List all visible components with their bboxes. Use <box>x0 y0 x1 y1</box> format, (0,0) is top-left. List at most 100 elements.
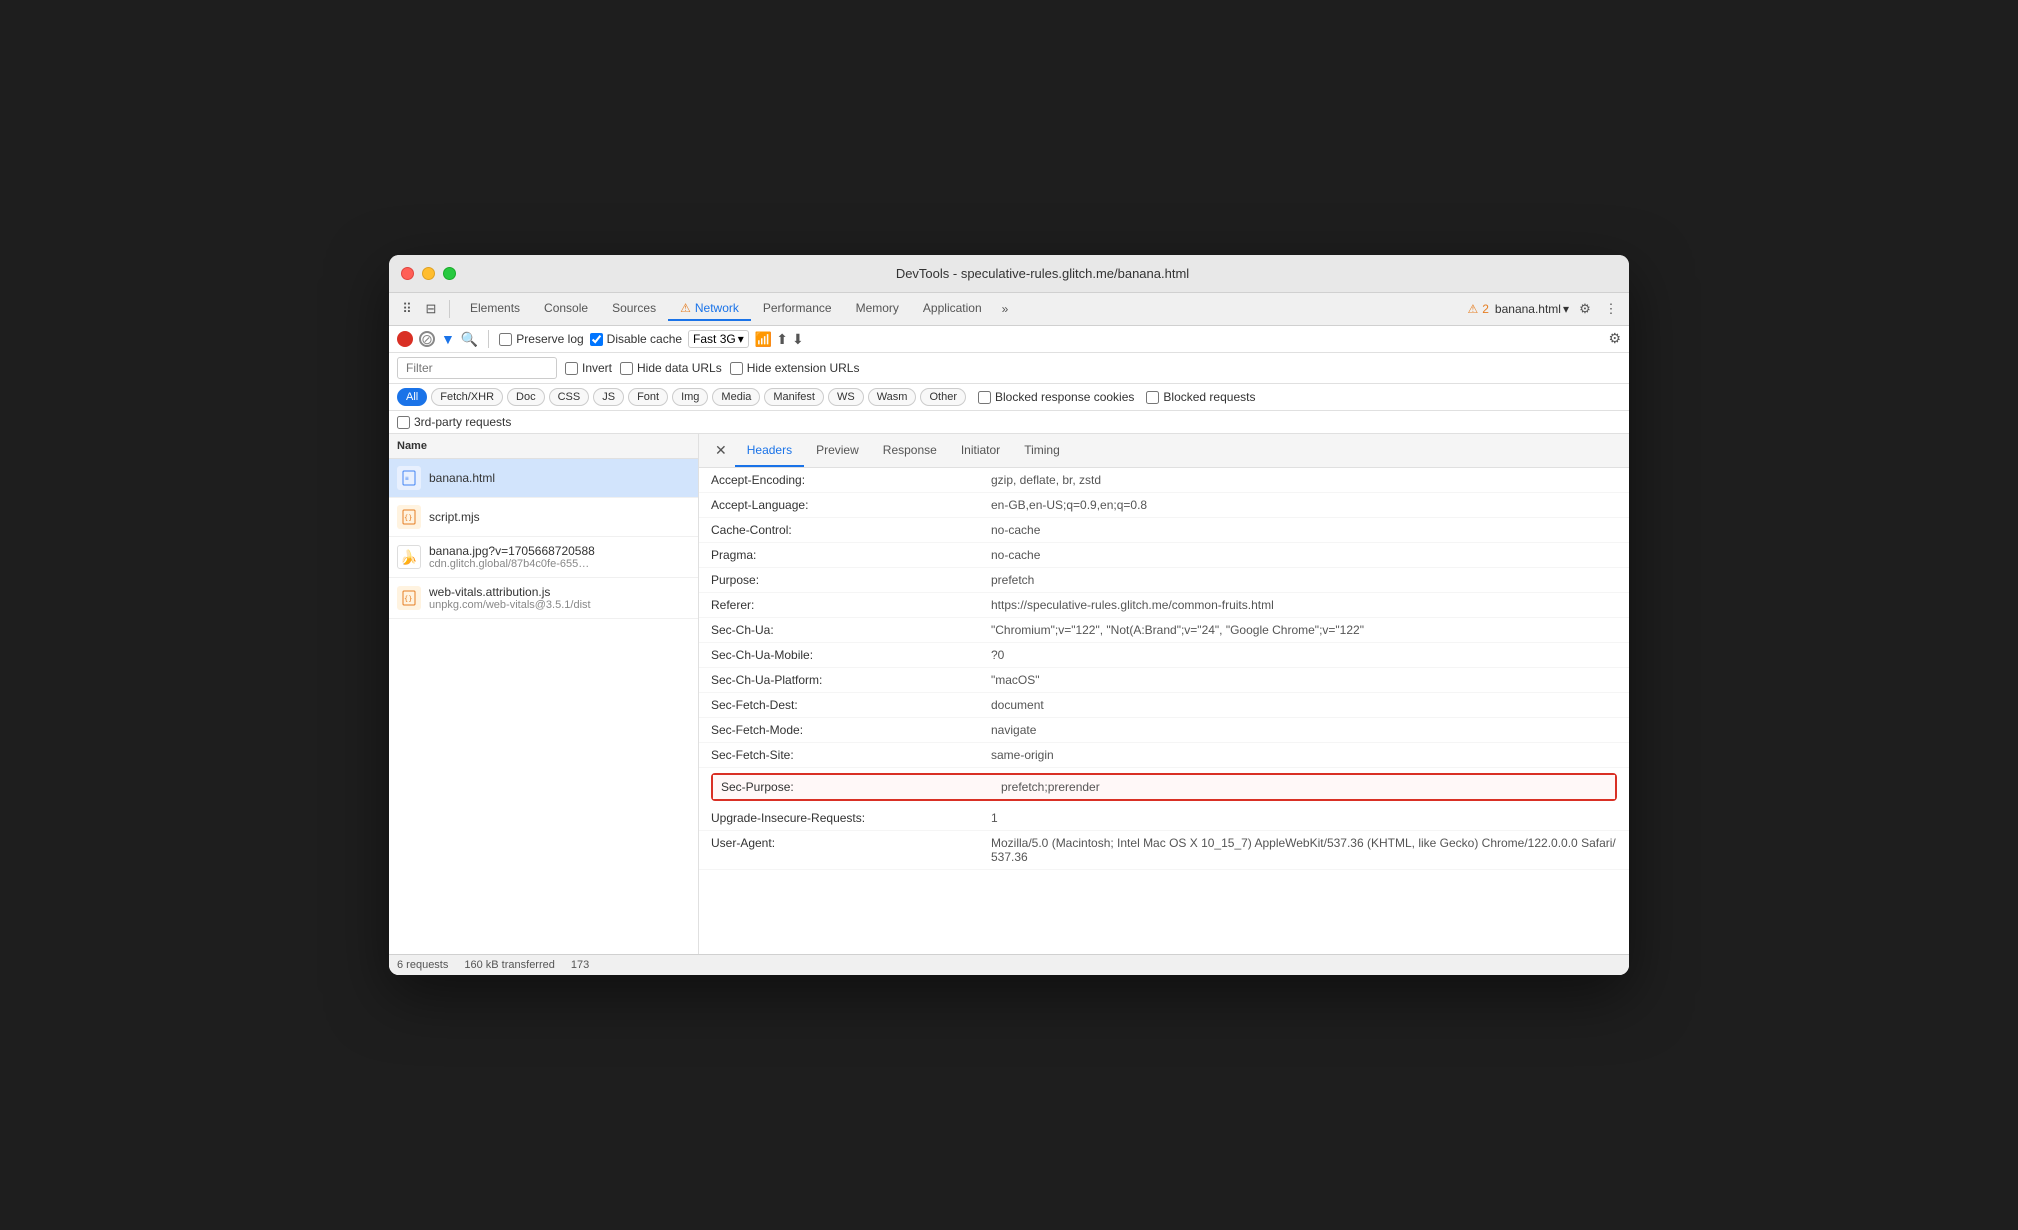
chip-font[interactable]: Font <box>628 388 668 406</box>
settings-icon[interactable]: ⚙ <box>1575 299 1595 319</box>
headers-tabs: ✕ Headers Preview Response Initiator Tim… <box>699 434 1629 468</box>
more-options-icon[interactable]: ⋮ <box>1601 299 1621 319</box>
settings-right[interactable]: ⚙ <box>1608 330 1621 348</box>
invert-checkbox[interactable]: Invert <box>565 361 612 375</box>
tab-elements[interactable]: Elements <box>458 297 532 321</box>
header-tab-timing[interactable]: Timing <box>1012 435 1072 467</box>
preserve-log-input[interactable] <box>499 333 512 346</box>
header-value-13: 1 <box>991 811 1617 825</box>
header-row-3: Pragma: no-cache <box>699 543 1629 568</box>
sec-purpose-highlight: Sec-Purpose: prefetch;prerender <box>711 773 1617 801</box>
header-value-5: https://speculative-rules.glitch.me/comm… <box>991 598 1617 612</box>
clear-button[interactable]: ⊘ <box>419 331 435 347</box>
tab-network[interactable]: ⚠ Network <box>668 297 751 321</box>
minimize-button[interactable] <box>422 267 435 280</box>
wifi-icon[interactable]: 📶 <box>755 331 772 348</box>
gear-icon[interactable]: ⚙ <box>1608 330 1621 346</box>
chip-css[interactable]: CSS <box>549 388 590 406</box>
header-row-14: User-Agent: Mozilla/5.0 (Macintosh; Inte… <box>699 831 1629 870</box>
warning-icon: ⚠ <box>680 301 691 315</box>
header-row-4: Purpose: prefetch <box>699 568 1629 593</box>
file-item-script-mjs[interactable]: {} script.mjs <box>389 498 698 537</box>
record-button[interactable] <box>397 331 413 347</box>
hide-ext-input[interactable] <box>730 362 743 375</box>
tab-sources[interactable]: Sources <box>600 297 668 321</box>
blocked-requests-label: Blocked requests <box>1163 390 1255 404</box>
header-name-14: User-Agent: <box>711 836 991 864</box>
third-party-input[interactable] <box>397 416 410 429</box>
preserve-log-checkbox[interactable]: Preserve log <box>499 332 583 346</box>
hide-ext-checkbox[interactable]: Hide extension URLs <box>730 361 860 375</box>
invert-input[interactable] <box>565 362 578 375</box>
file-item-web-vitals[interactable]: {} web-vitals.attribution.js unpkg.com/w… <box>389 578 698 619</box>
target-label: banana.html <box>1495 302 1561 316</box>
chip-wasm[interactable]: Wasm <box>868 388 917 406</box>
header-row-11: Sec-Fetch-Site: same-origin <box>699 743 1629 768</box>
tab-console[interactable]: Console <box>532 297 600 321</box>
header-tab-preview[interactable]: Preview <box>804 435 871 467</box>
second-toolbar: ⊘ ▼ 🔍 Preserve log Disable cache Fast 3G… <box>389 326 1629 353</box>
file-item-banana-jpg[interactable]: 🍌 banana.jpg?v=1705668720588 cdn.glitch.… <box>389 537 698 578</box>
download-icon[interactable]: ⬇ <box>792 331 804 348</box>
transferred-size: 160 kB transferred <box>464 959 555 971</box>
header-row-2: Cache-Control: no-cache <box>699 518 1629 543</box>
disable-cache-checkbox[interactable]: Disable cache <box>590 332 682 346</box>
more-tabs-button[interactable]: » <box>994 298 1017 320</box>
header-name-4: Purpose: <box>711 573 991 587</box>
separator <box>449 300 450 318</box>
header-tab-initiator[interactable]: Initiator <box>949 435 1012 467</box>
chip-media[interactable]: Media <box>712 388 760 406</box>
blocked-cookies-checkbox[interactable]: Blocked response cookies <box>978 390 1134 404</box>
invert-label: Invert <box>582 361 612 375</box>
requests-count: 6 requests <box>397 959 448 971</box>
chip-all[interactable]: All <box>397 388 427 406</box>
file-item-banana-html[interactable]: ≡ banana.html <box>389 459 698 498</box>
close-button[interactable] <box>401 267 414 280</box>
filter-icon[interactable]: ▼ <box>441 331 455 347</box>
titlebar: DevTools - speculative-rules.glitch.me/b… <box>389 255 1629 293</box>
blocked-requests-input[interactable] <box>1146 391 1159 404</box>
chip-other[interactable]: Other <box>920 388 966 406</box>
chip-manifest[interactable]: Manifest <box>764 388 824 406</box>
header-value-14: Mozilla/5.0 (Macintosh; Intel Mac OS X 1… <box>991 836 1617 864</box>
third-party-row: 3rd-party requests <box>389 411 1629 434</box>
chip-js[interactable]: JS <box>593 388 624 406</box>
header-name-11: Sec-Fetch-Site: <box>711 748 991 762</box>
header-value-12: prefetch;prerender <box>1001 780 1607 794</box>
file-icon-js: {} <box>397 505 421 529</box>
tab-application[interactable]: Application <box>911 297 994 321</box>
upload-icon[interactable]: ⬆ <box>776 331 788 348</box>
header-name-9: Sec-Fetch-Dest: <box>711 698 991 712</box>
filter-input[interactable] <box>397 357 557 379</box>
main-content: Name ≡ banana.html {} <box>389 434 1629 954</box>
hide-data-urls-input[interactable] <box>620 362 633 375</box>
file-sub-2: cdn.glitch.global/87b4c0fe-655… <box>429 558 595 570</box>
header-row-6: Sec-Ch-Ua: "Chromium";v="122", "Not(A:Br… <box>699 618 1629 643</box>
search-icon[interactable]: 🔍 <box>461 331 478 348</box>
throttle-select[interactable]: Fast 3G ▾ <box>688 330 749 348</box>
chip-img[interactable]: Img <box>672 388 708 406</box>
cursor-icon[interactable]: ⠿ <box>397 299 417 319</box>
device-toolbar-icon[interactable]: ⊟ <box>421 299 441 319</box>
network-icons: 📶 ⬆ ⬇ <box>755 331 804 348</box>
tab-memory[interactable]: Memory <box>844 297 911 321</box>
chip-doc[interactable]: Doc <box>507 388 545 406</box>
disable-cache-input[interactable] <box>590 333 603 346</box>
chip-fetchxhr[interactable]: Fetch/XHR <box>431 388 503 406</box>
tab-performance[interactable]: Performance <box>751 297 844 321</box>
close-panel-button[interactable]: ✕ <box>707 434 735 467</box>
third-party-checkbox[interactable]: 3rd-party requests <box>397 415 1621 429</box>
header-value-3: no-cache <box>991 548 1617 562</box>
hide-data-urls-checkbox[interactable]: Hide data URLs <box>620 361 722 375</box>
file-sub-3: unpkg.com/web-vitals@3.5.1/dist <box>429 599 591 611</box>
toolbar-right: ⚠ 2 banana.html ▾ ⚙ ⋮ <box>1467 299 1621 319</box>
chip-ws[interactable]: WS <box>828 388 864 406</box>
header-tab-headers[interactable]: Headers <box>735 435 804 467</box>
header-row-1: Accept-Language: en-GB,en-US;q=0.9,en;q=… <box>699 493 1629 518</box>
target-selector[interactable]: banana.html ▾ <box>1495 302 1569 316</box>
top-toolbar: ⠿ ⊟ Elements Console Sources ⚠ Network P… <box>389 293 1629 326</box>
blocked-requests-checkbox[interactable]: Blocked requests <box>1146 390 1255 404</box>
maximize-button[interactable] <box>443 267 456 280</box>
blocked-cookies-input[interactable] <box>978 391 991 404</box>
header-tab-response[interactable]: Response <box>871 435 949 467</box>
